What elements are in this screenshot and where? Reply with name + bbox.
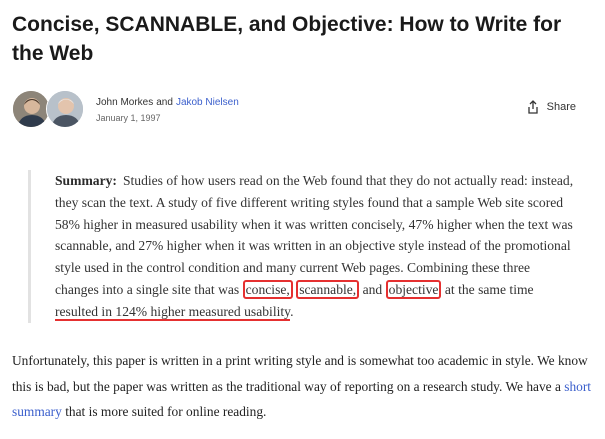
article-title: Concise, SCANNABLE, and Objective: How t… [12, 13, 562, 65]
share-label: Share [546, 101, 576, 113]
author-link[interactable]: Jakob Nielsen [176, 97, 239, 108]
summary-label: Summary: [55, 173, 117, 188]
avatar[interactable] [12, 90, 50, 128]
highlight-concise: concise, [242, 279, 293, 299]
summary-text-part: at the same time [441, 281, 534, 297]
summary-text-part: and [359, 281, 386, 297]
underline-result: resulted in 124% higher measured usabili… [55, 303, 291, 321]
share-icon [527, 100, 538, 114]
highlight-objective: objective [385, 279, 442, 299]
author-names: John Morkes and Jakob Nielsen [96, 96, 239, 110]
avatar[interactable] [46, 90, 84, 128]
highlight-scannable: scannable, [296, 279, 360, 299]
summary-text: Summary: Studies of how users read on the… [31, 170, 576, 323]
publish-date: January 1, 1997 [96, 113, 161, 123]
share-button[interactable]: Share [527, 98, 576, 116]
author-avatars [12, 90, 88, 130]
summary-text-part: . [290, 303, 294, 319]
byline: John Morkes and Jakob Nielsen January 1, 1… [12, 88, 592, 134]
summary-text-part: Studies of how users read on the Web fou… [55, 173, 574, 297]
author-name[interactable]: John Morkes [96, 97, 153, 108]
author-joiner: and [156, 97, 173, 108]
body-paragraph: Unfortunately, this paper is written in … [12, 348, 596, 425]
body-text-part: Unfortunately, this paper is written in … [12, 353, 588, 394]
summary-block: Summary: Studies of how users read on the… [28, 170, 576, 323]
body-text-part: that is more suited for online reading. [61, 404, 267, 419]
